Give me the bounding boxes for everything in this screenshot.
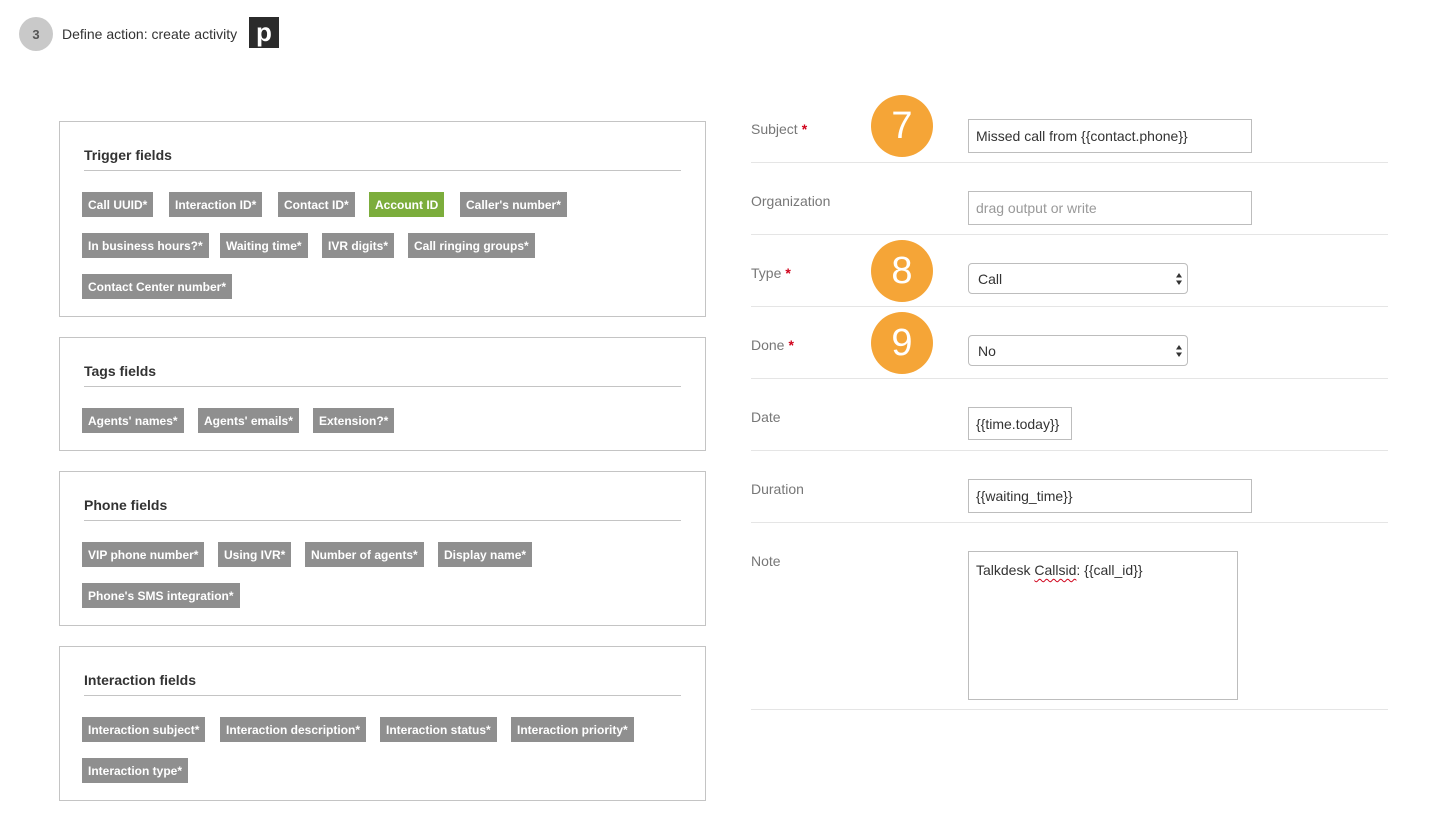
type-select-value: Call [978,270,1003,287]
tag-agents-names[interactable]: Agents' names* [82,408,184,433]
tag-phones-sms-integration[interactable]: Phone's SMS integration* [82,583,240,608]
step-badge-9: 9 [871,312,933,374]
tag-call-ringing-groups[interactable]: Call ringing groups* [408,233,535,258]
tag-display-name[interactable]: Display name* [438,542,533,567]
row-divider [751,234,1388,235]
tag-interaction-description[interactable]: Interaction description* [220,717,367,742]
interaction-fields-panel: Interaction fields Interaction subject* … [59,646,706,801]
panel-divider [84,170,681,171]
step-number-badge: 3 [19,17,53,51]
date-input[interactable]: {{time.today}} [968,407,1072,440]
tag-number-of-agents[interactable]: Number of agents* [305,542,424,567]
tag-contact-center-number[interactable]: Contact Center number* [82,274,233,299]
panel-title: Interaction fields [84,672,197,688]
tag-call-uuid[interactable]: Call UUID* [82,192,154,217]
panel-title: Phone fields [84,497,168,513]
tag-vip-phone-number[interactable]: VIP phone number* [82,542,205,567]
panel-divider [84,695,681,696]
subject-input[interactable]: Missed call from {{contact.phone}} [968,119,1252,153]
type-label: Type * [751,265,791,281]
tag-using-ivr[interactable]: Using IVR* [218,542,292,567]
phone-fields-panel: Phone fields VIP phone number* Using IVR… [59,471,706,626]
tag-contact-id[interactable]: Contact ID* [278,192,355,217]
row-divider [751,306,1388,307]
pipedrive-logo: p [249,17,279,48]
note-label: Note [751,553,781,569]
type-select[interactable]: Call [968,263,1188,294]
trigger-fields-panel: Trigger fields Call UUID* Interaction ID… [59,121,706,317]
tag-interaction-subject[interactable]: Interaction subject* [82,717,206,742]
note-text: Talkdesk Callsid: {{call_id}} [976,562,1143,578]
tag-account-id[interactable]: Account ID [369,192,445,217]
row-divider [751,522,1388,523]
date-label: Date [751,409,781,425]
organization-input[interactable]: drag output or write [968,191,1252,225]
select-arrows-icon [1176,344,1182,357]
tags-fields-panel: Tags fields Agents' names* Agents' email… [59,337,706,451]
done-label: Done * [751,337,794,353]
step-title: Define action: create activity [62,26,238,42]
spellcheck-word: Callsid [1034,562,1077,578]
row-divider [751,450,1388,451]
tag-interaction-type[interactable]: Interaction type* [82,758,189,783]
row-divider [751,162,1388,163]
duration-label: Duration [751,481,804,497]
required-asterisk: * [785,265,791,281]
subject-label: Subject * [751,121,808,137]
select-arrows-icon [1176,272,1182,285]
duration-input[interactable]: {{waiting_time}} [968,479,1252,513]
tag-in-business-hours[interactable]: In business hours?* [82,233,209,258]
step-badge-7: 7 [871,95,933,157]
required-asterisk: * [788,337,794,353]
panel-title: Tags fields [84,363,157,379]
done-select-value: No [978,342,996,359]
svg-text:p: p [256,17,272,47]
done-select[interactable]: No [968,335,1188,366]
panel-divider [84,520,681,521]
tag-ivr-digits[interactable]: IVR digits* [322,233,395,258]
tag-callers-number[interactable]: Caller's number* [460,192,567,217]
note-textarea[interactable]: Talkdesk Callsid: {{call_id}} [968,551,1238,700]
tag-extension[interactable]: Extension?* [313,408,395,433]
tag-interaction-id[interactable]: Interaction ID* [169,192,263,217]
panel-title: Trigger fields [84,147,172,163]
tag-interaction-priority[interactable]: Interaction priority* [511,717,634,742]
tag-interaction-status[interactable]: Interaction status* [380,717,497,742]
row-divider [751,378,1388,379]
required-asterisk: * [801,121,808,137]
row-divider [751,709,1388,710]
tag-waiting-time[interactable]: Waiting time* [220,233,308,258]
organization-label: Organization [751,193,831,209]
step-badge-8: 8 [871,240,933,302]
panel-divider [84,386,681,387]
tag-agents-emails[interactable]: Agents' emails* [198,408,299,433]
